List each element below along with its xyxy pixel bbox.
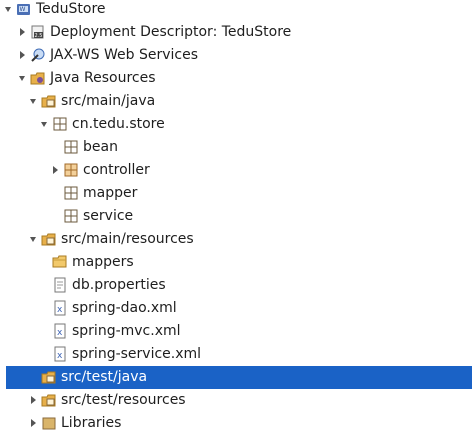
tree-node-label: Java Resources — [50, 70, 156, 86]
expanded-arrow-icon[interactable] — [16, 72, 28, 84]
tree-node-file-spring-service[interactable]: x spring-service.xml — [0, 343, 472, 366]
tree-node-file-db-properties[interactable]: db.properties — [0, 274, 472, 297]
xml-file-icon: x — [52, 346, 68, 362]
tree-node-jaxws[interactable]: JAX-WS Web Services — [0, 44, 472, 67]
tree-node-label: service — [83, 208, 134, 224]
tree-node-src-main-resources[interactable]: src/main/resources — [0, 228, 472, 251]
tree-node-package-service[interactable]: service — [0, 205, 472, 228]
tree-node-package-bean[interactable]: bean — [0, 136, 472, 159]
tree-node-project[interactable]: W TeduStore — [0, 0, 472, 21]
tree-node-label: JAX-WS Web Services — [50, 47, 199, 63]
tree-node-label: spring-mvc.xml — [72, 323, 181, 339]
tree-node-label: mappers — [72, 254, 134, 270]
web-services-icon — [30, 47, 46, 63]
tree-node-label: Deployment Descriptor: TeduStore — [50, 24, 292, 40]
libraries-icon — [41, 415, 57, 431]
tree-node-label: src/test/resources — [61, 392, 186, 408]
tree-node-label: spring-service.xml — [72, 346, 202, 362]
folder-icon — [52, 254, 68, 270]
tree-node-file-spring-mvc[interactable]: x spring-mvc.xml — [0, 320, 472, 343]
svg-text:x: x — [57, 351, 63, 361]
tree-node-src-test-java[interactable]: src/test/java — [6, 366, 472, 389]
properties-file-icon — [52, 277, 68, 293]
tree-node-java-resources[interactable]: Java Resources — [0, 67, 472, 90]
source-folder-icon — [41, 93, 57, 109]
tree-node-label: src/main/resources — [61, 231, 194, 247]
svg-text:x: x — [57, 305, 63, 315]
package-with-content-icon — [63, 162, 79, 178]
package-icon — [63, 185, 79, 201]
tree-node-label: Libraries — [61, 415, 122, 431]
package-icon — [52, 116, 68, 132]
java-resources-icon — [30, 70, 46, 86]
tree-node-deployment-descriptor[interactable]: 2.5 Deployment Descriptor: TeduStore — [0, 21, 472, 44]
svg-text:x: x — [57, 328, 63, 338]
tree-node-label: src/test/java — [61, 369, 148, 385]
collapsed-arrow-icon[interactable] — [16, 49, 28, 61]
package-icon — [63, 139, 79, 155]
tree-node-package-controller[interactable]: controller — [0, 159, 472, 182]
expanded-arrow-icon[interactable] — [38, 118, 50, 130]
project-explorer-tree: W TeduStore 2.5 Deployment Descriptor: T… — [0, 0, 472, 431]
tree-node-label: mapper — [83, 185, 138, 201]
collapsed-arrow-icon[interactable] — [27, 417, 39, 429]
tree-node-label: spring-dao.xml — [72, 300, 177, 316]
source-folder-icon — [41, 392, 57, 408]
expanded-arrow-icon[interactable] — [27, 233, 39, 245]
tree-node-file-spring-dao[interactable]: x spring-dao.xml — [0, 297, 472, 320]
tree-node-label: cn.tedu.store — [72, 116, 165, 132]
collapsed-arrow-icon[interactable] — [49, 164, 61, 176]
tree-node-libraries[interactable]: Libraries — [0, 412, 472, 435]
tree-node-package-mapper[interactable]: mapper — [0, 182, 472, 205]
expanded-arrow-icon[interactable] — [2, 3, 14, 15]
tree-node-src-main-java[interactable]: src/main/java — [0, 90, 472, 113]
expanded-arrow-icon[interactable] — [27, 95, 39, 107]
tree-node-package-store[interactable]: cn.tedu.store — [0, 113, 472, 136]
tree-node-label: controller — [83, 162, 150, 178]
collapsed-arrow-icon[interactable] — [16, 26, 28, 38]
tree-node-label: bean — [83, 139, 118, 155]
svg-text:2.5: 2.5 — [35, 33, 43, 39]
tree-node-folder-mappers[interactable]: mappers — [0, 251, 472, 274]
tree-node-label: db.properties — [72, 277, 166, 293]
source-folder-icon — [41, 231, 57, 247]
collapsed-arrow-icon[interactable] — [27, 394, 39, 406]
xml-file-icon: x — [52, 300, 68, 316]
source-folder-icon — [41, 369, 57, 385]
tree-node-src-test-resources[interactable]: src/test/resources — [0, 389, 472, 412]
web-project-icon: W — [16, 1, 32, 17]
deployment-descriptor-icon: 2.5 — [30, 24, 46, 40]
tree-node-label: TeduStore — [36, 1, 106, 17]
tree-node-label: src/main/java — [61, 93, 156, 109]
xml-file-icon: x — [52, 323, 68, 339]
package-icon — [63, 208, 79, 224]
svg-text:W: W — [20, 6, 26, 13]
